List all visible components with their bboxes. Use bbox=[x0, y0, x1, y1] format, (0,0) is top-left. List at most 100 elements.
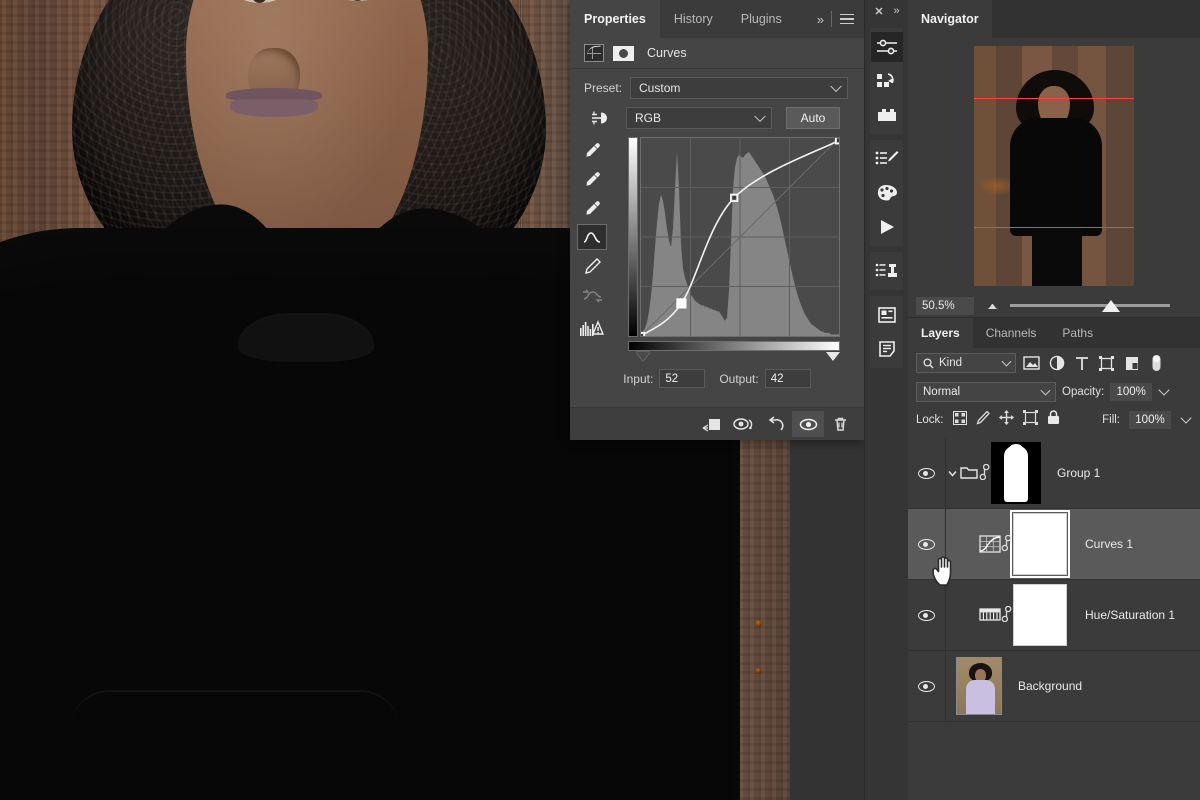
filter-toggle-switch[interactable] bbox=[1147, 354, 1166, 373]
lock-transparent-pixels-icon[interactable] bbox=[953, 411, 967, 430]
table-row[interactable]: Curves 1 bbox=[908, 509, 1200, 580]
notes-panel-icon[interactable] bbox=[871, 334, 903, 364]
filter-pixel-layers-icon[interactable] bbox=[1022, 354, 1041, 373]
channel-select[interactable]: RGB bbox=[626, 107, 772, 129]
table-row[interactable]: Hue/Saturation 1 bbox=[908, 580, 1200, 651]
filter-shape-layers-icon[interactable] bbox=[1097, 354, 1116, 373]
divider bbox=[831, 11, 832, 27]
black-input-slider[interactable] bbox=[636, 352, 650, 361]
chevron-down-icon[interactable] bbox=[946, 470, 959, 477]
layer-mask-icon[interactable] bbox=[613, 46, 634, 61]
layer-mask-thumbnail[interactable] bbox=[1013, 584, 1067, 646]
expand-panels-icon[interactable]: » bbox=[894, 5, 899, 17]
zoom-out-icon[interactable] bbox=[982, 302, 1002, 310]
lock-position-icon[interactable] bbox=[999, 410, 1014, 430]
layer-visibility-toggle[interactable] bbox=[908, 580, 946, 650]
filter-kind-select[interactable]: Kind bbox=[916, 353, 1016, 373]
libraries-panel-icon[interactable] bbox=[871, 100, 903, 130]
histogram-warning-icon[interactable] bbox=[577, 315, 607, 341]
curves-graph[interactable] bbox=[618, 137, 848, 362]
brush-settings-panel-icon[interactable] bbox=[871, 144, 903, 174]
navigator-preview[interactable] bbox=[908, 38, 1200, 294]
toggle-previous-state-icon[interactable] bbox=[728, 411, 760, 437]
toggle-layer-visibility-icon[interactable] bbox=[792, 411, 824, 437]
filter-type-layers-icon[interactable] bbox=[1072, 354, 1091, 373]
curve-plot-area[interactable] bbox=[640, 137, 840, 337]
reset-adjustment-icon[interactable] bbox=[760, 411, 792, 437]
lock-all-icon[interactable] bbox=[1047, 410, 1060, 430]
history-panel-icon[interactable] bbox=[871, 66, 903, 96]
curve-point-tool-icon[interactable] bbox=[577, 224, 607, 250]
input-label: Input: bbox=[623, 372, 653, 386]
blend-mode-select[interactable]: Normal bbox=[916, 382, 1056, 402]
preset-select[interactable]: Custom bbox=[630, 77, 848, 99]
layer-visibility-toggle[interactable] bbox=[908, 651, 946, 721]
eyedropper-black-point-icon[interactable] bbox=[577, 137, 607, 163]
link-mask-icon[interactable] bbox=[979, 464, 991, 482]
hue-saturation-adjustment-icon[interactable] bbox=[979, 606, 1001, 624]
swatches-panel-icon[interactable] bbox=[871, 178, 903, 208]
tab-navigator[interactable]: Navigator bbox=[908, 0, 992, 38]
actions-panel-icon[interactable] bbox=[871, 212, 903, 242]
curve-svg[interactable] bbox=[641, 138, 839, 336]
layer-mask-thumbnail[interactable] bbox=[1013, 513, 1067, 575]
preset-value: Custom bbox=[639, 81, 680, 95]
table-row[interactable]: Group 1 bbox=[908, 438, 1200, 509]
auto-button[interactable]: Auto bbox=[786, 107, 840, 129]
filter-adjustment-layers-icon[interactable] bbox=[1047, 354, 1066, 373]
white-input-slider[interactable] bbox=[826, 352, 840, 361]
adjustments-panel-icon[interactable] bbox=[871, 32, 903, 62]
eye-icon bbox=[918, 610, 935, 621]
layer-thumbnail[interactable] bbox=[956, 657, 1002, 715]
tab-navigator-label: Navigator bbox=[921, 12, 979, 26]
navigator-view-box[interactable] bbox=[974, 98, 1134, 228]
delete-adjustment-layer-icon[interactable] bbox=[824, 411, 856, 437]
layer-visibility-toggle[interactable] bbox=[908, 438, 946, 508]
layer-comps-panel-icon[interactable] bbox=[871, 300, 903, 330]
tab-paths[interactable]: Paths bbox=[1049, 318, 1106, 348]
zoom-slider-thumb[interactable] bbox=[1102, 300, 1120, 312]
tab-channels[interactable]: Channels bbox=[973, 318, 1050, 348]
eye-icon bbox=[918, 681, 935, 692]
dock-header: ✕ » bbox=[865, 0, 908, 22]
table-row[interactable]: Background bbox=[908, 651, 1200, 722]
opacity-stepper-icon[interactable] bbox=[1158, 383, 1170, 401]
hamburger-menu-icon[interactable] bbox=[840, 14, 854, 25]
fill-value[interactable]: 100% bbox=[1129, 411, 1171, 429]
clip-to-layer-icon[interactable] bbox=[696, 411, 728, 437]
zoom-level-field[interactable]: 50.5% bbox=[916, 297, 974, 315]
preset-label: Preset: bbox=[584, 81, 622, 95]
curves-adjustment-icon[interactable] bbox=[584, 44, 604, 62]
tab-plugins[interactable]: Plugins bbox=[727, 0, 796, 38]
output-field[interactable]: 42 bbox=[765, 369, 811, 388]
layer-name: Curves 1 bbox=[1085, 537, 1133, 551]
fill-stepper-icon[interactable] bbox=[1180, 411, 1192, 429]
tab-layers-label: Layers bbox=[921, 326, 960, 340]
photoshop-window: Properties History Plugins » Curves Pres… bbox=[0, 0, 1200, 800]
smooth-curve-icon[interactable] bbox=[577, 282, 607, 308]
on-image-adjustment-icon[interactable] bbox=[584, 110, 618, 126]
lock-artboard-nesting-icon[interactable] bbox=[1023, 410, 1038, 430]
layer-mask-thumbnail[interactable] bbox=[991, 442, 1041, 504]
tab-layers[interactable]: Layers bbox=[908, 318, 973, 348]
link-mask-icon[interactable] bbox=[1001, 606, 1013, 624]
tab-history[interactable]: History bbox=[660, 0, 727, 38]
close-icon[interactable]: ✕ bbox=[874, 5, 883, 18]
curves-adjustment-icon[interactable] bbox=[979, 535, 1001, 553]
clone-source-panel-icon[interactable] bbox=[871, 256, 903, 286]
layers-tab-bar: Layers Channels Paths bbox=[908, 318, 1200, 348]
filter-smart-object-icon[interactable] bbox=[1122, 354, 1141, 373]
layer-visibility-toggle[interactable] bbox=[908, 509, 946, 579]
dock-group-1 bbox=[870, 28, 903, 134]
pencil-draw-curve-icon[interactable] bbox=[577, 253, 607, 279]
tab-properties[interactable]: Properties bbox=[570, 0, 660, 38]
eyedropper-white-point-icon[interactable] bbox=[577, 195, 607, 221]
opacity-value[interactable]: 100% bbox=[1110, 383, 1152, 401]
zoom-slider[interactable] bbox=[1010, 297, 1170, 315]
input-field[interactable]: 52 bbox=[659, 369, 705, 388]
layer-name: Group 1 bbox=[1057, 466, 1100, 480]
lock-image-pixels-icon[interactable] bbox=[976, 410, 990, 430]
overflow-chevrons-icon[interactable]: » bbox=[817, 12, 823, 27]
eyedropper-gray-point-icon[interactable] bbox=[577, 166, 607, 192]
link-mask-icon[interactable] bbox=[1001, 535, 1013, 553]
